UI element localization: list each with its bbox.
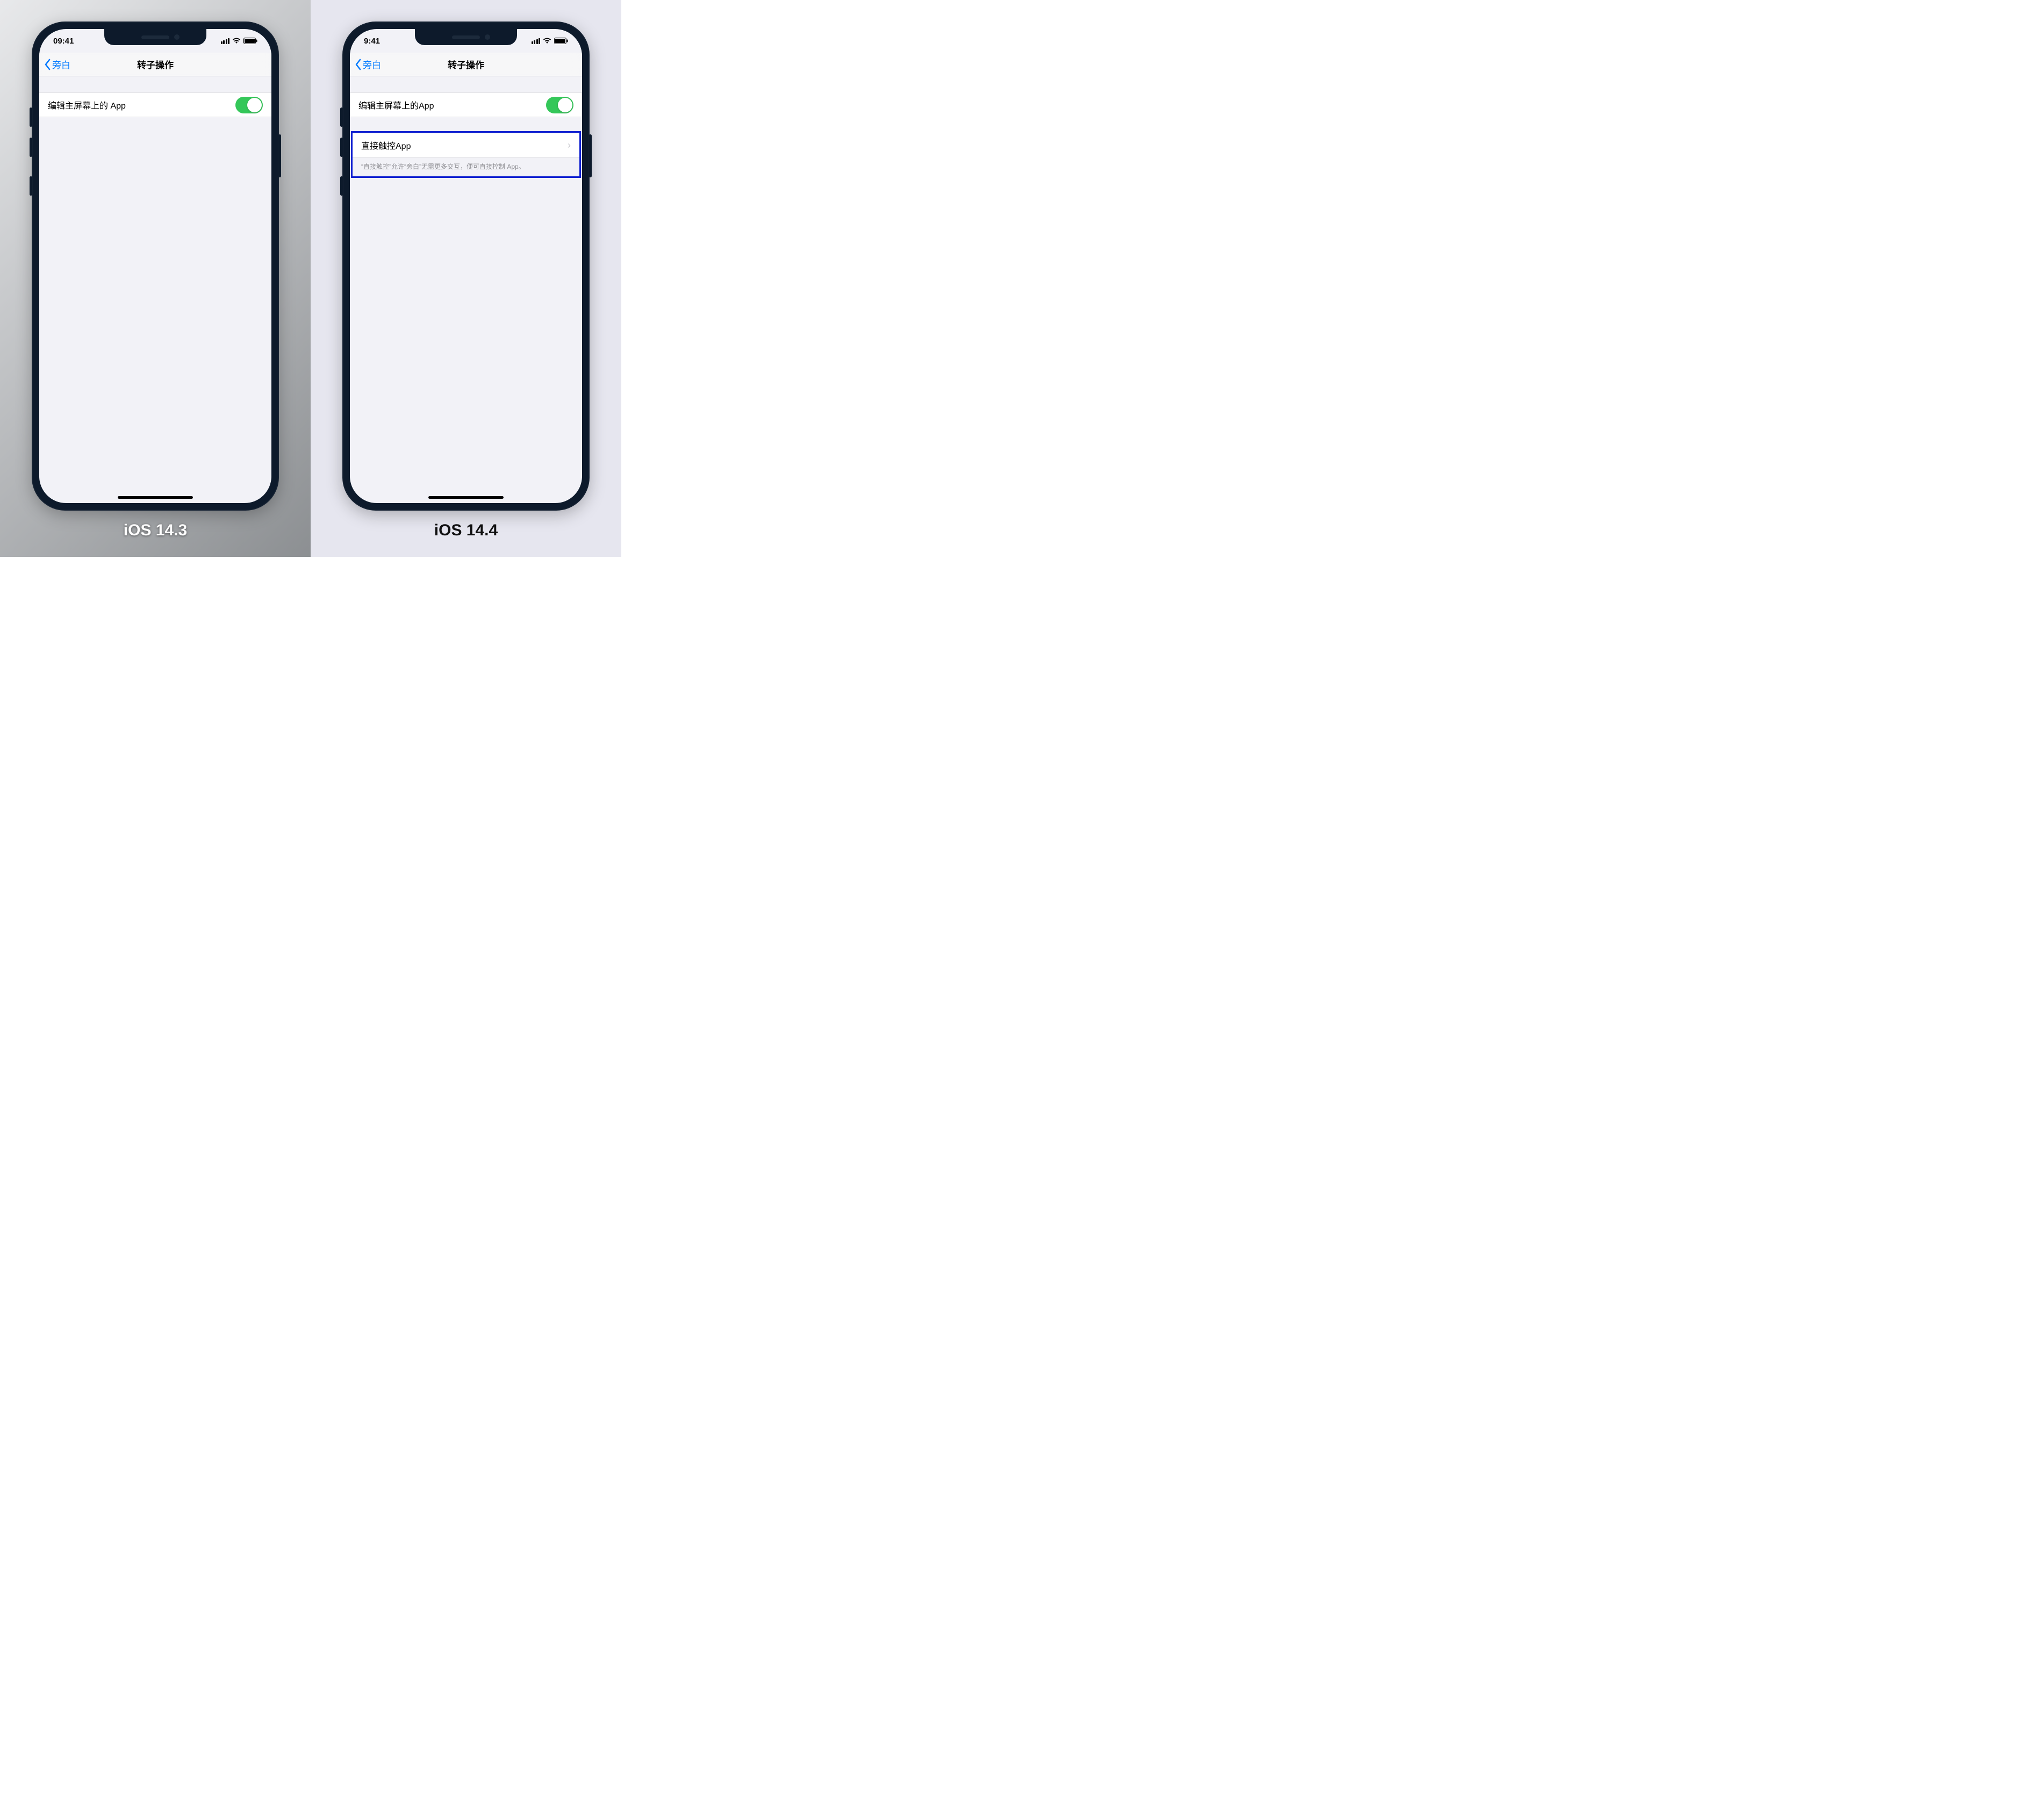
page-title: 转子操作 (350, 58, 582, 71)
highlight-new-feature: 直接触控App › “直接触控”允许“旁白”无需更多交互，便可直接控制 App。 (351, 131, 581, 178)
notch (415, 29, 517, 45)
wifi-icon (543, 38, 551, 44)
back-button[interactable]: 旁白 (39, 58, 70, 71)
back-label: 旁白 (52, 58, 70, 71)
toggle-switch[interactable] (235, 97, 263, 113)
back-label: 旁白 (363, 58, 381, 71)
back-button[interactable]: 旁白 (350, 58, 381, 71)
cellular-signal-icon (221, 38, 230, 44)
page-title: 转子操作 (39, 58, 271, 71)
row-edit-home-apps[interactable]: 编辑主屏幕上的App (350, 92, 582, 117)
cellular-signal-icon (532, 38, 541, 44)
wifi-icon (232, 38, 241, 44)
row-label: 编辑主屏幕上的App (358, 98, 434, 111)
row-edit-home-apps[interactable]: 编辑主屏幕上的 App (39, 92, 271, 117)
content-area[interactable]: 编辑主屏幕上的App 直接触控App › “直接触控”允许“旁白”无需更多交互，… (350, 76, 582, 503)
phone-frame: 09:41 旁白 转子操作 编辑主屏幕上的 App (32, 22, 279, 511)
phone-frame: 9:41 旁白 转子操作 编辑主屏幕上的App (342, 22, 590, 511)
chevron-right-icon: › (568, 140, 571, 151)
navigation-bar: 旁白 转子操作 (350, 53, 582, 76)
status-time: 9:41 (364, 37, 380, 46)
status-time: 09:41 (53, 37, 74, 46)
caption: iOS 14.3 (124, 521, 187, 540)
home-indicator[interactable] (428, 496, 504, 499)
navigation-bar: 旁白 转子操作 (39, 53, 271, 76)
battery-icon (243, 38, 257, 44)
caption: iOS 14.4 (434, 521, 498, 540)
row-footnote: “直接触控”允许“旁白”无需更多交互，便可直接控制 App。 (353, 157, 579, 176)
row-label: 编辑主屏幕上的 App (48, 98, 126, 111)
screen: 09:41 旁白 转子操作 编辑主屏幕上的 App (39, 29, 271, 503)
content-area[interactable]: 编辑主屏幕上的 App (39, 76, 271, 503)
battery-icon (554, 38, 568, 44)
row-label: 直接触控App (361, 139, 411, 152)
notch (104, 29, 206, 45)
toggle-switch[interactable] (546, 97, 573, 113)
home-indicator[interactable] (118, 496, 193, 499)
panel-ios-14-3: 09:41 旁白 转子操作 编辑主屏幕上的 App (0, 0, 311, 557)
row-direct-touch-app[interactable]: 直接触控App › (353, 133, 579, 157)
chevron-left-icon (354, 59, 362, 70)
chevron-left-icon (44, 59, 51, 70)
screen: 9:41 旁白 转子操作 编辑主屏幕上的App (350, 29, 582, 503)
panel-ios-14-4: 9:41 旁白 转子操作 编辑主屏幕上的App (311, 0, 621, 557)
